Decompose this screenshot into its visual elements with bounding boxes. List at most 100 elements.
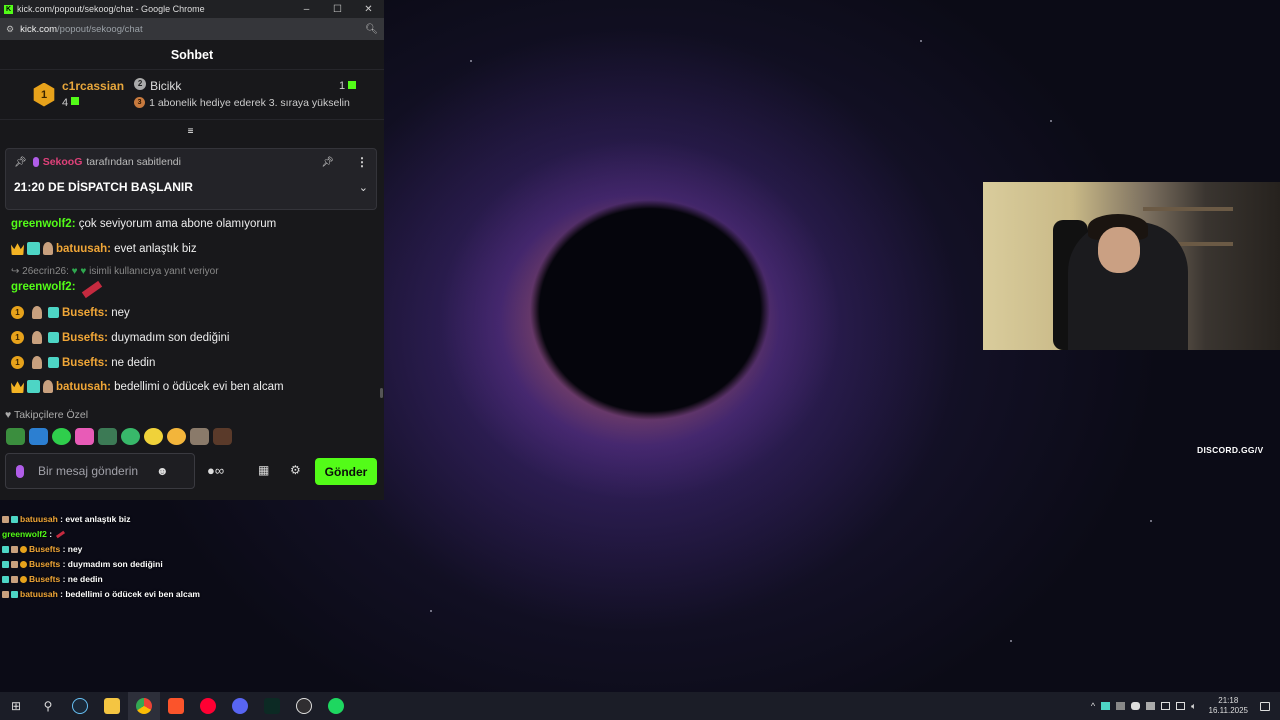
close-button[interactable]: ✕	[353, 4, 384, 15]
site-settings-icon[interactable]: ⚙	[6, 24, 14, 35]
emote-icon[interactable]	[190, 428, 209, 445]
reply-user: 26ecrin26:	[22, 266, 69, 277]
reply-text: isimli kullanıcıya yanıt veriyor	[89, 266, 219, 277]
search-icon[interactable]: ⚲	[32, 692, 64, 720]
emote-sticker-icon	[56, 530, 66, 538]
overlay-chat-line: batuusah : evet anlaştık biz	[2, 514, 131, 524]
subscriber-badge-icon	[27, 242, 40, 255]
gift-icon	[348, 81, 357, 90]
settings-gear-icon[interactable]: ⚙	[290, 463, 301, 477]
chat-username[interactable]: Busefts:	[62, 307, 108, 319]
message-input[interactable]	[38, 464, 156, 478]
chrome-app-icon[interactable]	[128, 692, 160, 720]
emote-icon[interactable]	[144, 428, 163, 445]
tray-chevron-icon[interactable]: ^	[1091, 701, 1095, 711]
rank-badge-icon	[20, 545, 27, 553]
steam-app-icon[interactable]	[64, 692, 96, 720]
discord-tray-icon[interactable]	[1131, 702, 1141, 710]
chrome-window: K kick.com/popout/sekoog/chat - Google C…	[0, 0, 384, 500]
pinned-user[interactable]: SekooG	[43, 156, 83, 168]
unpin-icon[interactable]: 📌︎	[321, 157, 334, 168]
reply-context[interactable]: ↪ 26ecrin26: ♥ ♥ isimli kullanıcıya yanı…	[11, 266, 219, 277]
volume-icon[interactable]: 🔈︎	[1191, 701, 1196, 712]
overlay-text: :	[49, 529, 53, 539]
more-options-icon[interactable]: ⋮	[356, 155, 368, 169]
gift-badge-icon	[2, 545, 9, 553]
tray-app-icon[interactable]	[1161, 702, 1171, 710]
scrollbar[interactable]	[380, 388, 383, 398]
discord-app-icon[interactable]	[224, 692, 256, 720]
leader-second-name[interactable]: Bicikk	[150, 78, 181, 95]
star	[430, 610, 432, 612]
tray-app-icon[interactable]	[1116, 702, 1126, 710]
leader-first-name[interactable]: c1rcassian	[62, 79, 124, 94]
emote-icon[interactable]	[52, 428, 71, 445]
mic-icon[interactable]	[16, 464, 24, 478]
maximize-button[interactable]: ☐	[322, 4, 353, 15]
chat-username[interactable]: Busefts:	[62, 332, 108, 344]
emote-icon[interactable]	[75, 428, 94, 445]
message-input-box[interactable]: ☻	[5, 453, 195, 489]
chat-message: greenwolf2:	[11, 280, 102, 298]
leader-first-count: 4	[62, 96, 69, 109]
chat-username[interactable]: Busefts:	[62, 357, 108, 369]
star	[470, 60, 472, 62]
gift-leaderboard: 1 c1rcassian 4 2 Bicikk 1 31 abonelik hed…	[0, 70, 384, 120]
brave-app-icon[interactable]	[160, 692, 192, 720]
chat-message: 1 Busefts: ne dedin	[11, 356, 155, 369]
chat-username[interactable]: greenwolf2:	[11, 218, 76, 230]
file-explorer-icon[interactable]	[96, 692, 128, 720]
chat-username[interactable]: greenwolf2:	[11, 281, 76, 293]
leader-third-text: 1 abonelik hediye ederek 3. sıraya yükse…	[149, 96, 350, 109]
leader-second-count: 1	[338, 79, 346, 92]
discord-link-text: DISCORD.GG/V	[1197, 445, 1264, 455]
address-bar[interactable]: ⚙ kick.com/popout/sekoog/chat 🔍︎	[0, 18, 384, 40]
overlay-username: Busefts	[29, 574, 61, 584]
store-icon[interactable]: ▦	[258, 463, 269, 477]
pawn-badge-icon	[43, 380, 53, 393]
expand-chevron-icon[interactable]: ⌄	[359, 181, 368, 194]
emote-icon[interactable]	[6, 428, 25, 445]
shelf	[1143, 207, 1233, 211]
notifications-icon[interactable]	[1260, 701, 1270, 711]
pin-icon: 📌︎	[14, 156, 27, 168]
emote-icon[interactable]	[29, 428, 48, 445]
pawn-badge-icon	[32, 331, 42, 344]
chat-username[interactable]: batuusah:	[56, 243, 111, 255]
network-icon[interactable]	[1176, 702, 1186, 710]
overlay-text: : duymadım son dediğini	[62, 559, 163, 569]
title-bar[interactable]: K kick.com/popout/sekoog/chat - Google C…	[0, 0, 384, 18]
rank-three-icon: 3	[134, 97, 146, 109]
zoom-icon[interactable]: 🔍︎	[365, 24, 378, 35]
chat-message: batuusah: bedellimi o ödücek evi ben alc…	[11, 380, 284, 393]
clock[interactable]: 21:18 16.11.2025	[1209, 696, 1248, 716]
emote-icon[interactable]	[167, 428, 186, 445]
crown-badge-icon	[11, 243, 24, 255]
emote-icon[interactable]	[213, 428, 232, 445]
tray-app-icon[interactable]	[1146, 702, 1156, 710]
emoji-icon[interactable]: ☻	[156, 464, 169, 478]
channel-points-icon[interactable]: ●∞	[207, 463, 224, 478]
pinned-message[interactable]: 📌︎ SekooG tarafından sabitlendi 📌︎ ⋮ 21:…	[5, 148, 377, 210]
overlay-text: : bedellimi o ödücek evi ben alcam	[60, 589, 200, 599]
send-button[interactable]: Gönder	[315, 458, 377, 485]
gift-icon	[71, 97, 80, 106]
emote-icon[interactable]	[98, 428, 117, 445]
pawn-badge-icon	[11, 560, 18, 568]
tray-app-icon[interactable]	[1101, 702, 1111, 710]
youtube-music-icon[interactable]	[192, 692, 224, 720]
chat-username[interactable]: batuusah:	[56, 381, 111, 393]
heart-icon: ♥	[71, 266, 78, 277]
kick-favicon-icon: K	[4, 4, 13, 14]
minimize-button[interactable]: –	[291, 4, 322, 15]
overlay-text: : ne dedin	[62, 574, 103, 584]
obs-app-icon[interactable]	[288, 692, 320, 720]
windows-start-icon[interactable]: ⊞	[0, 692, 32, 720]
emote-sticker-icon	[81, 280, 102, 298]
scroll-down-icon[interactable]: ≡	[184, 127, 197, 138]
rank-badge-icon	[20, 575, 27, 583]
terminal-app-icon[interactable]	[256, 692, 288, 720]
emote-icon[interactable]	[121, 428, 140, 445]
spotify-app-icon[interactable]	[320, 692, 352, 720]
pawn-badge-icon	[11, 545, 18, 553]
